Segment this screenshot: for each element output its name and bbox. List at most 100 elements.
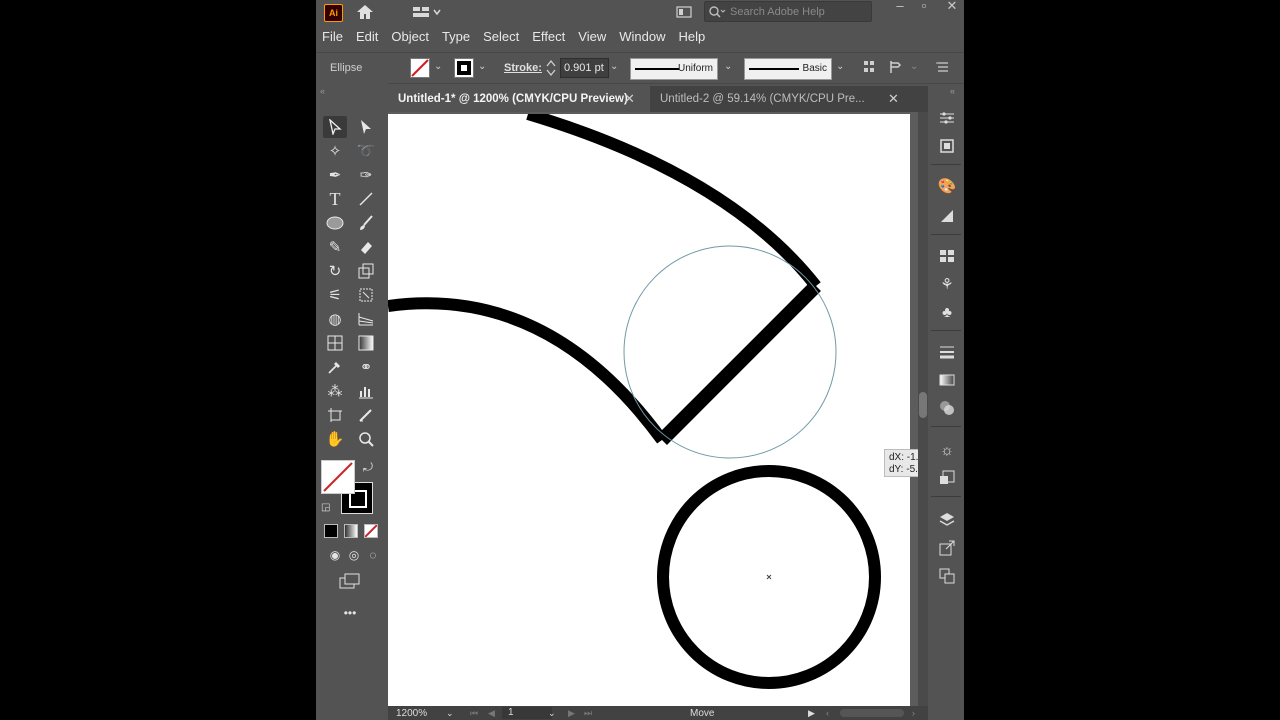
libraries-icon[interactable]: [937, 136, 957, 156]
transform-icon[interactable]: [888, 59, 906, 75]
column-graph-tool-icon[interactable]: [354, 380, 378, 402]
scroll-right-icon[interactable]: ›: [912, 708, 915, 718]
export-asset-icon[interactable]: [937, 538, 957, 558]
symbols-icon[interactable]: ♣: [937, 302, 957, 322]
blend-tool-icon[interactable]: ⚭: [354, 356, 378, 378]
collapse-toolbar-icon[interactable]: «: [320, 86, 325, 96]
tab-untitled-2[interactable]: Untitled-2 @ 59.14% (CMYK/CPU Pre...: [650, 86, 904, 112]
paintbrush-tool-icon[interactable]: [354, 212, 378, 234]
free-transform-tool-icon[interactable]: [354, 284, 378, 306]
magic-wand-tool-icon[interactable]: ✧: [323, 140, 347, 162]
swatches-icon[interactable]: [937, 246, 957, 266]
menu-effect[interactable]: Effect: [526, 29, 572, 44]
perspective-grid-tool-icon[interactable]: [354, 308, 378, 330]
arrange-documents-icon[interactable]: [674, 2, 694, 22]
fill-indicator[interactable]: [321, 460, 355, 494]
stroke-dropdown-icon[interactable]: ⌄: [478, 61, 486, 72]
close-tab-2-icon[interactable]: ✕: [888, 91, 899, 107]
menu-file[interactable]: File: [316, 29, 350, 44]
close-window-button[interactable]: ✕: [940, 0, 964, 14]
first-artboard-icon[interactable]: ⏮: [470, 708, 478, 719]
layers-icon[interactable]: [937, 510, 957, 530]
brush-definition-select[interactable]: Basic: [744, 58, 832, 80]
default-fill-stroke-icon[interactable]: ◲: [321, 502, 330, 513]
panel-menu-icon[interactable]: [936, 61, 950, 73]
type-tool-icon[interactable]: T: [323, 188, 347, 210]
graphic-styles-icon[interactable]: [937, 468, 957, 488]
gradient-tool-icon[interactable]: [354, 332, 378, 354]
menu-window[interactable]: Window: [613, 29, 672, 44]
shaper-tool-icon[interactable]: ✎: [323, 236, 347, 258]
appearance-icon[interactable]: ☼: [937, 440, 957, 460]
curvature-tool-icon[interactable]: ✑: [354, 164, 378, 186]
artboard-tool-icon[interactable]: [323, 404, 347, 426]
selection-tool-icon[interactable]: [323, 116, 347, 138]
menu-help[interactable]: Help: [672, 29, 712, 44]
stroke-weight-dropdown-icon[interactable]: ⌄: [610, 61, 618, 72]
properties-icon[interactable]: [937, 108, 957, 128]
expand-panels-icon[interactable]: «: [950, 86, 955, 96]
tab-untitled-1[interactable]: Untitled-1* @ 1200% (CMYK/CPU Preview): [388, 86, 650, 112]
brushes-icon[interactable]: ⚘: [937, 274, 957, 294]
eraser-tool-icon[interactable]: [354, 236, 378, 258]
stroke-panel-icon[interactable]: [937, 342, 957, 362]
none-mode-icon[interactable]: [364, 524, 378, 538]
transform-dropdown-icon[interactable]: ⌄: [910, 61, 918, 72]
fill-swatch[interactable]: [410, 58, 430, 78]
gradient-panel-icon[interactable]: [937, 370, 957, 390]
fill-dropdown-icon[interactable]: ⌄: [434, 61, 442, 72]
color-guide-icon[interactable]: [937, 206, 957, 226]
pen-tool-icon[interactable]: ✒: [323, 164, 347, 186]
menu-type[interactable]: Type: [436, 29, 477, 44]
minimize-button[interactable]: –: [888, 0, 912, 14]
scrollbar-thumb[interactable]: [919, 392, 927, 418]
swap-fill-stroke-icon[interactable]: ⤾: [363, 460, 373, 475]
artboard-number-field[interactable]: 1: [502, 707, 552, 719]
previous-artboard-icon[interactable]: ◀: [488, 708, 495, 719]
status-menu-icon[interactable]: ▶: [808, 708, 815, 719]
canvas-area[interactable]: dX: -1.02 mm dY: -5.63 mm: [388, 112, 918, 706]
artboards-panel-icon[interactable]: [937, 566, 957, 586]
next-artboard-icon[interactable]: ▶: [568, 708, 575, 719]
maximize-button[interactable]: ▫: [912, 0, 936, 14]
shape-builder-tool-icon[interactable]: ◍: [323, 308, 347, 330]
lasso-tool-icon[interactable]: ➰: [354, 140, 378, 162]
line-segment-tool-icon[interactable]: [354, 188, 378, 210]
last-artboard-icon[interactable]: ⏭: [584, 708, 592, 719]
mesh-tool-icon[interactable]: [323, 332, 347, 354]
artboard[interactable]: [388, 114, 910, 706]
menu-edit[interactable]: Edit: [350, 29, 385, 44]
rotate-tool-icon[interactable]: ↻: [323, 260, 347, 282]
fill-stroke-control[interactable]: ⤾ ◲: [321, 460, 375, 516]
color-mode-icon[interactable]: [324, 524, 338, 538]
inner-arc-path[interactable]: [388, 297, 667, 444]
eyedropper-tool-icon[interactable]: [323, 356, 347, 378]
corner-path[interactable]: [657, 281, 821, 445]
brush-dropdown-icon[interactable]: ⌄: [836, 61, 844, 72]
stroke-swatch[interactable]: [454, 58, 474, 78]
align-icon[interactable]: [862, 59, 876, 75]
stroke-label[interactable]: Stroke:: [504, 62, 542, 74]
transparency-icon[interactable]: [937, 398, 957, 418]
width-tool-icon[interactable]: ⚟: [323, 284, 347, 306]
menu-view[interactable]: View: [572, 29, 613, 44]
scroll-left-icon[interactable]: ‹: [826, 708, 829, 718]
direct-selection-tool-icon[interactable]: [354, 116, 378, 138]
screen-mode-icon[interactable]: [338, 570, 362, 592]
vertical-scrollbar[interactable]: [918, 112, 928, 706]
slice-tool-icon[interactable]: [354, 404, 378, 426]
symbol-sprayer-tool-icon[interactable]: ⁂: [323, 380, 347, 402]
profile-dropdown-icon[interactable]: ⌄: [724, 61, 732, 72]
menu-select[interactable]: Select: [477, 29, 526, 44]
stroke-weight-field[interactable]: 0.901 pt: [560, 58, 609, 78]
artboard-dropdown-icon[interactable]: ⌄: [548, 708, 556, 719]
workspace-switcher-icon[interactable]: [410, 2, 444, 22]
menu-object[interactable]: Object: [385, 29, 436, 44]
outer-arc-path[interactable]: [526, 114, 821, 290]
variable-width-profile-select[interactable]: Uniform: [630, 58, 718, 80]
draw-inside-icon[interactable]: ◌: [361, 544, 385, 566]
zoom-dropdown-icon[interactable]: ⌄: [446, 708, 454, 719]
color-palette-icon[interactable]: 🎨: [937, 176, 957, 196]
home-icon[interactable]: [354, 2, 376, 22]
horizontal-scrollbar[interactable]: [840, 709, 904, 717]
